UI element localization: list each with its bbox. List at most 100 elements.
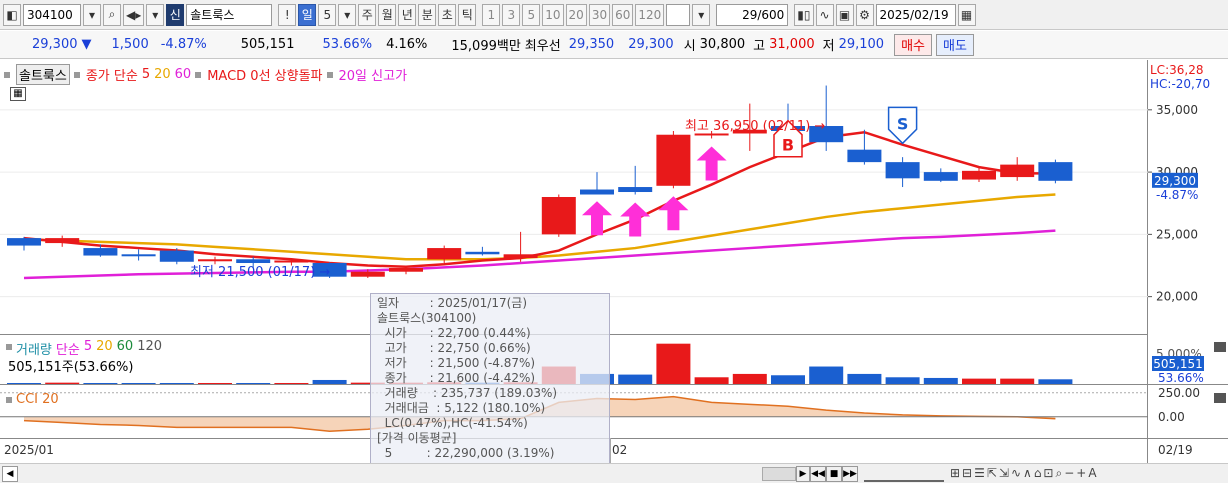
search-icon[interactable]: ⌕ [103, 3, 121, 26]
tab-minute[interactable]: 분 [418, 3, 437, 26]
drawing-tools-icon[interactable]: ⊞⊟☰⇱⇲∿∧⌂⊡⌕−+A [950, 466, 1099, 481]
tooltip-line: 5 : 22,290,000 (3.19%) [377, 446, 555, 460]
tab-tick[interactable]: 틱 [458, 3, 477, 26]
count-field[interactable]: 29/600 [716, 3, 789, 26]
cci-tick-label: 0.00 [1158, 410, 1185, 424]
gear-icon[interactable]: ⚙ [855, 3, 874, 26]
bottom-scrollbar: ◀ ▶ ◀◀ ■ ▶▶ ⊞⊟☰⇱⇲∿∧⌂⊡⌕−+A [0, 463, 1228, 483]
code-dropdown-button[interactable]: ▾ [83, 3, 101, 26]
legend-ma60: 60 [174, 67, 192, 82]
volume-bar [847, 373, 882, 384]
play-icon[interactable]: ▶ [796, 465, 810, 482]
low-annotation: 최저 21,500 (01/17) → [190, 265, 330, 280]
price-chart[interactable]: B S 최고 36,950 (02/11) → 최저 21,500 (01/17) →… [0, 60, 1228, 483]
interval-1[interactable]: 1 [482, 3, 501, 26]
volume-bar [732, 373, 767, 384]
legend-ma20: 20 [154, 67, 171, 82]
rewind-icon[interactable]: ◀◀ [810, 465, 826, 482]
candle-body [465, 251, 500, 255]
low-label: 저 [822, 39, 835, 54]
tooltip-line: 일자 : 2025/01/17(금) [377, 296, 528, 310]
candle-body [503, 254, 538, 259]
period-num-button[interactable]: 5 [318, 3, 337, 26]
ask-price: 29,350 [568, 37, 615, 52]
volume-bar [1000, 378, 1035, 384]
scroll-track[interactable] [18, 467, 762, 481]
interval-10[interactable]: 10 [542, 3, 564, 26]
scroll-left-icon[interactable]: ◀ [2, 465, 18, 482]
tab-year[interactable]: 년 [398, 3, 417, 26]
chart-legend: 솔트룩스 종가 단순 5 20 60 MACD 0선 상향돌파 20일 신고가 [4, 64, 407, 85]
tab-week[interactable]: 주 [358, 3, 377, 26]
candle-body [962, 170, 996, 180]
volume-summary: 505,151주(53.66%) [8, 360, 134, 375]
date-start-label: 2025/01 [4, 443, 54, 457]
panel-scroll-icon [1214, 393, 1226, 403]
legend-ma-label[interactable]: 종가 단순 [86, 65, 138, 84]
volume-bar [121, 382, 156, 384]
interval-30[interactable]: 30 [588, 3, 611, 26]
alert-button[interactable]: ! [278, 3, 297, 26]
tab-second[interactable]: 초 [438, 3, 457, 26]
indicator-icon[interactable]: ▮▯ [794, 3, 814, 26]
period-dropdown-icon[interactable]: ▾ [338, 3, 357, 26]
best-quote-label: 최우선 [524, 39, 561, 54]
candle-body [350, 271, 385, 277]
stop-icon[interactable]: ■ [826, 465, 842, 482]
legend-marker [6, 397, 12, 403]
tooltip-line: [가격 이동평균] [377, 431, 457, 445]
table-icon[interactable]: ▦ [10, 87, 26, 101]
volume-bar [159, 382, 194, 384]
current-price: 29,300 [32, 37, 78, 52]
stock-code-input[interactable]: 304100 [23, 3, 81, 26]
cci-legend: CCI 20 [6, 392, 59, 407]
calendar-icon[interactable]: ▦ [957, 3, 976, 26]
low-price: 29,100 [838, 37, 885, 52]
turnover-rate: 4.16% [386, 37, 428, 52]
menu-dropdown-icon[interactable]: ▾ [146, 3, 165, 26]
data-tooltip: 일자 : 2025/01/17(금) 솔트룩스(304100) 시가 : 22,7… [370, 293, 610, 483]
candle-body [159, 250, 194, 262]
legend-marker [326, 71, 333, 78]
tooltip-line: 거래대금 : 5,122 (180.10%) [377, 401, 546, 415]
period-day-button[interactable]: 일 [298, 3, 317, 26]
interval-20[interactable]: 20 [565, 3, 587, 26]
sell-button[interactable]: 매도 [936, 33, 974, 56]
price-tick-label: 25,000 [1156, 227, 1198, 241]
high-label: 고 [753, 39, 766, 54]
candle-body [923, 172, 958, 181]
date-mid-label: 02 [612, 443, 627, 457]
volume-bar [656, 343, 691, 384]
tab-month[interactable]: 월 [378, 3, 397, 26]
draw-icon[interactable]: ∿ [815, 3, 834, 26]
interval-60[interactable]: 60 [612, 3, 634, 26]
forward-icon[interactable]: ▶▶ [842, 465, 858, 482]
price-tick-label: 35,000 [1156, 103, 1198, 117]
interval-5[interactable]: 5 [522, 3, 541, 26]
volume-bar [198, 382, 232, 384]
stock-name-field[interactable]: 솔트룩스 [186, 3, 273, 26]
interval-3[interactable]: 3 [502, 3, 521, 26]
legend-new-high[interactable]: 20일 신고가 [339, 65, 408, 84]
candle-body [236, 259, 271, 264]
zoom-slider[interactable] [864, 466, 944, 482]
legend-stock-name[interactable]: 솔트룩스 [16, 64, 70, 85]
down-arrow-icon: ▼ [81, 37, 92, 52]
interval-120[interactable]: 120 [635, 3, 665, 26]
tooltip-line: 종가 : 21,600 (-4.42%) [377, 371, 536, 385]
speaker-icon[interactable]: ◀▸ [123, 3, 145, 26]
legend-marker [195, 71, 202, 78]
custom-interval-input[interactable] [666, 3, 691, 26]
volume-bar [274, 382, 309, 384]
volume-pct-label: 53.66% [1158, 371, 1204, 385]
buy-button[interactable]: 매수 [894, 33, 933, 56]
date-field[interactable]: 2025/02/19 [875, 3, 956, 26]
custom-interval-dropdown-icon[interactable]: ▾ [692, 3, 711, 26]
cci-title[interactable]: CCI 20 [16, 392, 59, 407]
scroll-thumb[interactable] [762, 466, 796, 481]
chart-menu-icon[interactable]: ◧ [3, 3, 21, 26]
volume-bar [83, 382, 118, 384]
legend-macd-signal[interactable]: MACD 0선 상향돌파 [207, 65, 322, 84]
buy-marker-label: B [782, 136, 794, 155]
save-icon[interactable]: ▣ [835, 3, 854, 26]
